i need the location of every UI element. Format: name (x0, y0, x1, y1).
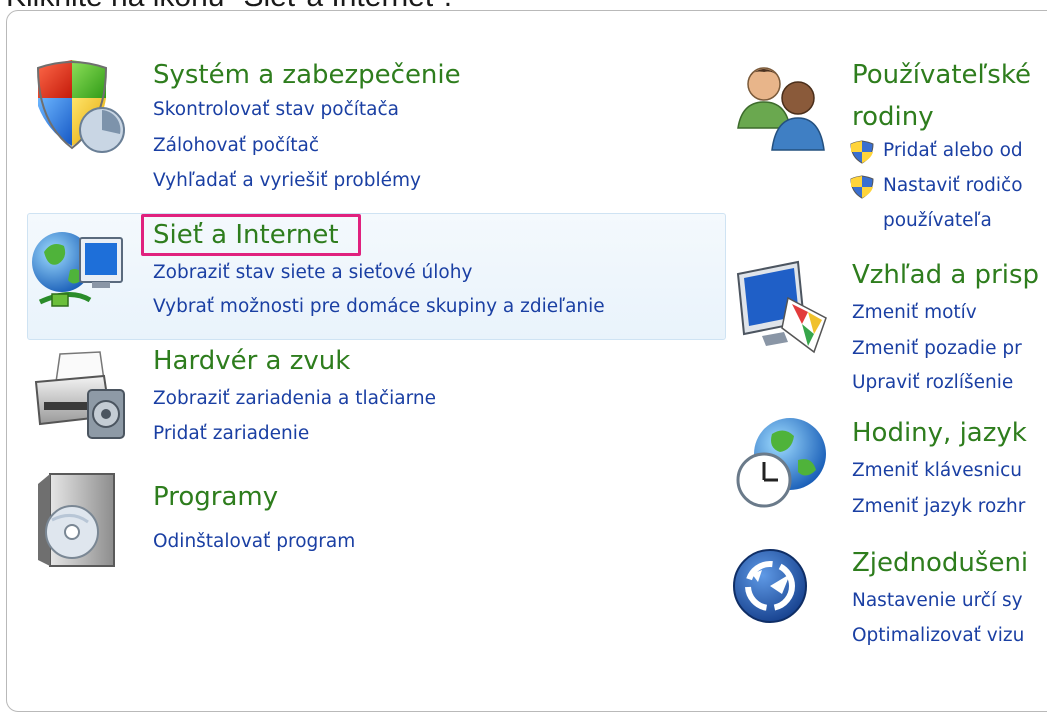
programs-icon[interactable] (30, 470, 130, 570)
link-network-status[interactable]: Zobraziť stav siete a sieťové úlohy (153, 262, 472, 283)
printer-icon[interactable] (30, 346, 130, 446)
clock-globe-icon[interactable] (732, 414, 832, 514)
link-parental-controls-cont[interactable]: používateľa (883, 210, 992, 231)
category-title-users-line2[interactable]: rodiny (852, 102, 934, 132)
link-backup[interactable]: Zálohovať počítač (153, 135, 319, 156)
link-add-remove-users-label: Pridať alebo od (883, 140, 1023, 161)
link-homegroup[interactable]: Vybrať možnosti pre domáce skupiny a zdi… (153, 296, 605, 317)
category-title-appearance[interactable]: Vzhľad a prisp (852, 260, 1039, 290)
link-add-device[interactable]: Pridať zariadenie (153, 423, 309, 444)
link-change-background[interactable]: Zmeniť pozadie pr (852, 338, 1022, 359)
link-parental-controls-label: Nastaviť rodičo (883, 175, 1023, 196)
link-change-keyboard[interactable]: Zmeniť klávesnicu (852, 460, 1022, 481)
link-change-display-language[interactable]: Zmeniť jazyk rozhr (852, 496, 1025, 517)
category-title-ease[interactable]: Zjednodušeni (852, 548, 1028, 578)
link-optimize-visual[interactable]: Optimalizovať vizu (852, 625, 1024, 646)
category-title-users[interactable]: Používateľské (852, 60, 1031, 90)
link-check-status[interactable]: Skontrolovať stav počítača (153, 99, 399, 120)
link-adjust-resolution[interactable]: Upraviť rozlíšenie (852, 372, 1013, 393)
users-icon[interactable] (732, 58, 832, 158)
link-add-remove-users[interactable]: Pridať alebo od (849, 140, 1023, 164)
link-devices-printers[interactable]: Zobraziť zariadenia a tlačiarne (153, 388, 436, 409)
uac-shield-icon (850, 140, 874, 164)
uac-shield-icon (850, 175, 874, 199)
category-title-hardware[interactable]: Hardvér a zvuk (153, 346, 350, 376)
link-change-theme[interactable]: Zmeniť motív (852, 302, 977, 323)
link-uninstall[interactable]: Odinštalovať program (153, 531, 355, 552)
ease-of-access-icon[interactable] (732, 544, 832, 644)
category-title-programs[interactable]: Programy (153, 482, 278, 512)
globe-network-icon[interactable] (30, 218, 130, 318)
link-troubleshoot[interactable]: Vyhľadať a vyriešiť problémy (153, 170, 421, 191)
shield-icon[interactable] (30, 58, 130, 158)
monitor-palette-icon[interactable] (732, 258, 832, 358)
category-title-system[interactable]: Systém a zabezpečenie (153, 60, 461, 90)
category-title-clock[interactable]: Hodiny, jazyk (852, 418, 1027, 448)
category-title-network[interactable]: Sieť a Internet (153, 220, 339, 250)
link-suggest-settings[interactable]: Nastavenie určí sy (852, 590, 1023, 611)
link-parental-controls[interactable]: Nastaviť rodičo (849, 175, 1023, 199)
